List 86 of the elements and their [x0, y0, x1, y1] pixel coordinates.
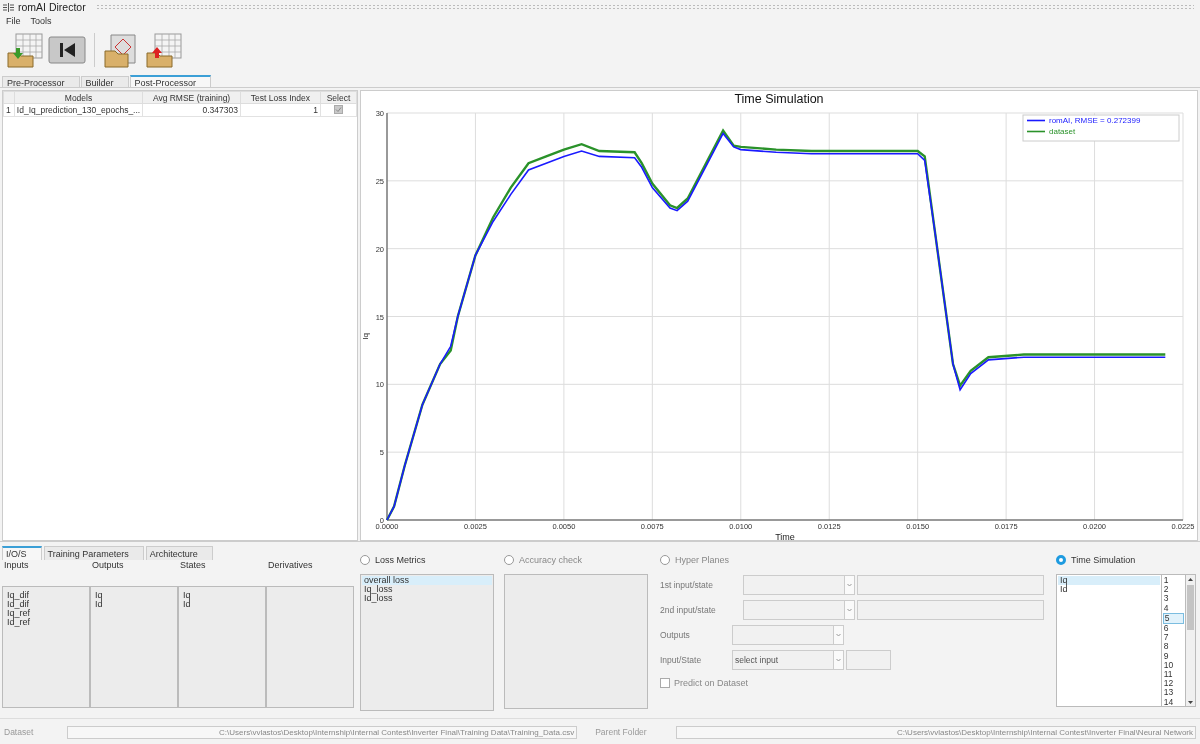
list-item[interactable]: overall loss — [362, 576, 492, 585]
list-item[interactable]: Id_dif — [5, 600, 87, 609]
list-item[interactable]: 8 — [1162, 642, 1184, 652]
caret-icon — [836, 658, 841, 662]
menu-item[interactable]: File — [6, 15, 21, 26]
field-label: Parent Folder — [595, 727, 648, 737]
list-item[interactable]: Iq_dif — [5, 591, 87, 600]
column-title: Derivatives — [267, 560, 314, 572]
menu-item[interactable]: Tools — [30, 15, 52, 26]
field-label: 1st input/state — [660, 580, 714, 590]
list-item[interactable]: 1 — [1162, 576, 1184, 586]
field-label: Dataset — [4, 727, 35, 737]
table-cell: 0.347303 — [142, 103, 241, 117]
list-item[interactable]: 7 — [1162, 633, 1184, 643]
path-field[interactable]: C:\Users\vvlastos\Desktop\Internship\Internal Contest\Inverter Final\Neural Network — [676, 725, 1196, 739]
list-item[interactable]: 9 — [1162, 651, 1184, 661]
list-item[interactable]: Iq_loss — [362, 585, 492, 594]
column-header[interactable]: Models — [14, 91, 143, 104]
field-label: 2nd input/state — [660, 605, 717, 615]
field-label: Outputs — [660, 630, 691, 640]
dropdown[interactable]: select input — [732, 650, 844, 670]
scrollbar[interactable] — [1186, 574, 1196, 707]
list-item[interactable]: 14 — [1162, 697, 1184, 706]
table-cell: 1 — [240, 103, 321, 117]
caret-icon — [846, 608, 852, 612]
list-item[interactable]: 2 — [1162, 585, 1184, 595]
radio-button[interactable] — [504, 555, 514, 565]
text-field[interactable] — [856, 575, 1044, 595]
select-checkbox[interactable] — [333, 105, 343, 114]
dropdown[interactable] — [742, 600, 855, 620]
column-header[interactable]: Avg RMSE (training) — [142, 91, 241, 104]
field-label: Input/State — [660, 655, 703, 665]
column-title: Outputs — [91, 560, 125, 572]
list-item[interactable]: Id_loss — [362, 594, 492, 603]
checkbox[interactable] — [660, 678, 670, 688]
radio-label: Accuracy check — [519, 555, 583, 565]
column-header[interactable]: Select — [320, 91, 357, 104]
tab[interactable]: Builder — [80, 76, 129, 87]
window-title: romAI Director — [18, 1, 86, 13]
list-item[interactable]: Id — [181, 600, 263, 609]
list-item[interactable]: 6 — [1162, 624, 1184, 634]
list-item[interactable]: 4 — [1162, 603, 1184, 613]
radio-label: Loss Metrics — [375, 555, 426, 565]
dropdown[interactable] — [732, 625, 844, 645]
table-cell: Id_Iq_prediction_130_epochs_... — [14, 103, 143, 117]
export-table-button[interactable] — [145, 30, 183, 69]
list-item[interactable]: 3 — [1162, 594, 1184, 604]
tab[interactable]: I/O/S — [2, 546, 42, 560]
list-item[interactable]: Iq_ref — [5, 609, 87, 618]
caret-icon — [836, 633, 841, 637]
text-field[interactable] — [846, 650, 891, 670]
column-header[interactable]: Test Loss Index — [240, 91, 321, 104]
radio-label: Hyper Planes — [675, 555, 730, 565]
list-item[interactable]: 5 — [1162, 612, 1184, 624]
chart-title: Time Simulation — [733, 91, 825, 108]
checkbox-label: Predict on Dataset — [674, 678, 749, 688]
list-item[interactable]: 12 — [1162, 679, 1184, 689]
list-item[interactable]: Iq — [93, 591, 175, 600]
radio-button[interactable] — [1056, 555, 1066, 565]
tab[interactable]: Pre-Processor — [2, 76, 80, 87]
list-item[interactable]: 10 — [1162, 660, 1184, 671]
x-axis-label: Time — [775, 532, 795, 540]
text-field[interactable] — [856, 600, 1044, 620]
tab[interactable]: Post-Processor — [129, 75, 212, 87]
list-item[interactable]: 13 — [1162, 688, 1184, 698]
radio-label: Time Simulation — [1071, 555, 1136, 565]
y-axis-label: Iq — [361, 333, 370, 340]
caret-icon — [846, 583, 852, 587]
legend-label: dataset — [1049, 127, 1077, 136]
tab[interactable]: Training Parameters — [43, 546, 144, 560]
column-title: States — [179, 560, 207, 572]
tab[interactable]: Architecture — [145, 546, 213, 560]
list-item[interactable]: 11 — [1162, 670, 1184, 680]
dropdown[interactable] — [742, 575, 855, 595]
list-item[interactable]: Iq — [1058, 576, 1160, 585]
radio-button[interactable] — [660, 555, 670, 565]
column-title: Inputs — [3, 560, 30, 572]
path-field[interactable]: C:\Users\vvlastos\Desktop\Internship\Internal Contest\Inverter Final\Training Data\Training_Data.csv — [67, 725, 578, 739]
row-number: 1 — [3, 103, 15, 117]
list-item[interactable]: Id — [1058, 585, 1160, 594]
list-item[interactable]: Id_ref — [5, 618, 87, 627]
list-item[interactable]: Id — [93, 600, 175, 609]
radio-button[interactable] — [360, 555, 370, 565]
list-item[interactable]: Iq — [181, 591, 263, 600]
legend-label: romAI, RMSE = 0.272399 — [1049, 116, 1141, 125]
app-icon — [3, 2, 14, 12]
